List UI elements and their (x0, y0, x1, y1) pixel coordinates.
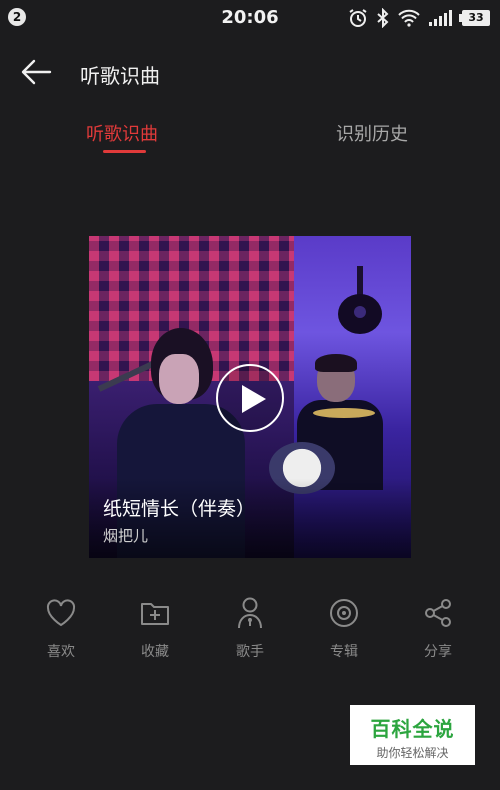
status-icons: 33 (348, 6, 490, 30)
watermark-logo: 百科全说 助你轻松解决 (350, 705, 475, 765)
action-bar: 喜欢 收藏 歌手 专辑 分享 (0, 596, 500, 666)
singer-label: 歌手 (236, 644, 264, 660)
album-label: 专辑 (330, 644, 358, 660)
watermark-subtitle: 助你轻松解决 (376, 746, 449, 760)
cymbal-illustration (313, 408, 375, 418)
arrow-left-icon (21, 59, 52, 85)
guitar-illustration (338, 266, 382, 334)
drummer-hair-illustration (315, 354, 357, 372)
play-button[interactable] (216, 364, 284, 432)
singer-face-illustration (159, 354, 199, 404)
tab-history[interactable]: 识别历史 (336, 120, 408, 146)
album-button[interactable]: 专辑 (314, 596, 374, 664)
disc-icon (330, 599, 358, 627)
song-title: 纸短情长（伴奏） (103, 498, 256, 520)
play-icon (242, 385, 266, 413)
tab-bar: 听歌识曲 识别历史 (0, 120, 500, 160)
heart-icon (46, 599, 76, 627)
song-artist[interactable]: 烟把儿 (103, 525, 148, 546)
app-bar: 听歌识曲 (0, 50, 500, 96)
active-tab-indicator (103, 150, 146, 153)
collect-label: 收藏 (141, 644, 169, 660)
singer-button[interactable]: 歌手 (220, 596, 280, 664)
back-button[interactable] (20, 56, 56, 88)
battery-icon: 33 (459, 10, 490, 26)
alarm-icon (348, 8, 368, 28)
status-bar: 2 20:06 33 (0, 0, 500, 38)
share-icon (425, 599, 451, 627)
page-title: 听歌识曲 (80, 64, 160, 88)
like-button[interactable]: 喜欢 (31, 596, 91, 664)
share-label: 分享 (424, 644, 452, 660)
folder-add-icon (141, 603, 169, 625)
singer-icon (238, 597, 262, 629)
wifi-icon (398, 9, 420, 27)
album-cover[interactable]: 纸短情长（伴奏） 烟把儿 (89, 236, 411, 558)
tab-recognize[interactable]: 听歌识曲 (86, 120, 158, 146)
signal-icon (428, 9, 454, 27)
collect-button[interactable]: 收藏 (125, 596, 185, 664)
like-label: 喜欢 (47, 644, 75, 660)
bluetooth-icon (376, 8, 390, 28)
share-button[interactable]: 分享 (408, 596, 468, 664)
watermark-title: 百科全说 (370, 717, 455, 741)
